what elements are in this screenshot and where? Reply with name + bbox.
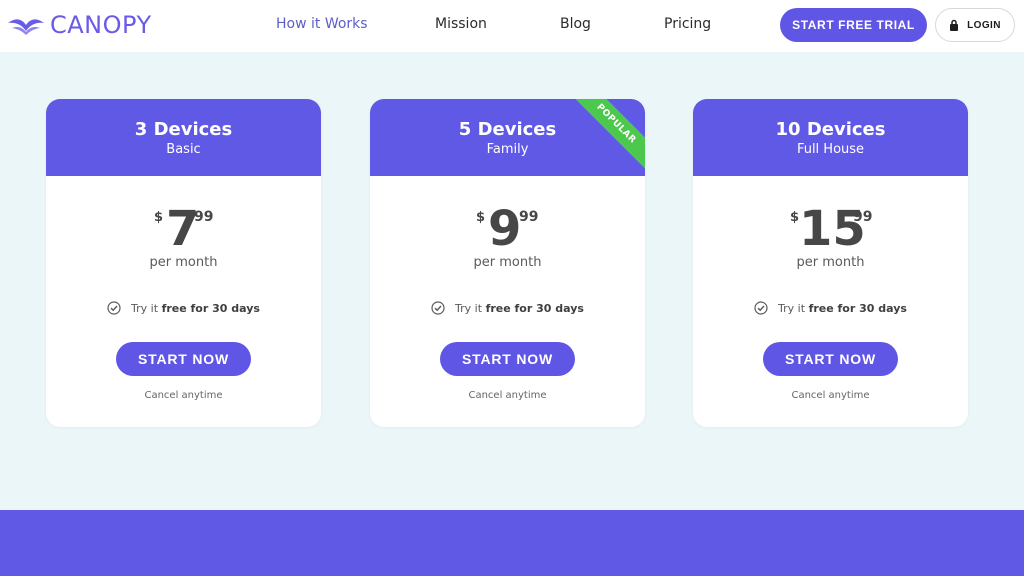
trial-note: Try it free for 30 days <box>370 301 645 315</box>
check-circle-icon <box>107 301 121 315</box>
plan-card-full-house: 10 Devices Full House $ 15 99 per month … <box>693 99 968 427</box>
price-cents: 99 <box>519 209 539 225</box>
plan-subtitle: Full House <box>796 142 865 157</box>
trial-bold: free for 30 days <box>161 301 260 315</box>
plan-title: 3 Devices <box>134 119 233 140</box>
price-currency: $ <box>476 210 486 225</box>
price-period: per month <box>473 255 542 270</box>
start-free-trial-button[interactable]: START FREE TRIAL <box>780 8 927 42</box>
cancel-note: Cancel anytime <box>791 390 870 401</box>
brand-name: CANOPY <box>50 11 152 39</box>
nav-link-blog[interactable]: Blog <box>560 16 591 32</box>
plan-header: 3 Devices Basic <box>46 99 321 176</box>
nav-link-how-it-works[interactable]: How it Works <box>276 16 368 32</box>
price-currency: $ <box>154 210 164 225</box>
start-now-button[interactable]: START NOW <box>440 342 575 376</box>
price-currency: $ <box>790 210 800 225</box>
trial-prefix: Try it <box>131 301 159 315</box>
start-now-button[interactable]: START NOW <box>763 342 898 376</box>
footer-band <box>0 510 1024 576</box>
check-circle-icon <box>754 301 768 315</box>
price-period: per month <box>796 255 865 270</box>
plan-header: 10 Devices Full House <box>693 99 968 176</box>
trial-prefix: Try it <box>455 301 483 315</box>
cancel-note: Cancel anytime <box>468 390 547 401</box>
plan-title: 10 Devices <box>775 119 886 140</box>
price-block: $ 9 99 per month <box>370 176 645 272</box>
canopy-wing-icon <box>8 19 44 35</box>
plan-header: 5 Devices Family POPULAR <box>370 99 645 176</box>
price-block: $ 15 99 per month <box>693 176 968 272</box>
plan-subtitle: Family <box>486 142 529 157</box>
trial-note: Try it free for 30 days <box>693 301 968 315</box>
lock-icon <box>950 19 959 31</box>
price-period: per month <box>149 255 218 270</box>
login-label: LOGIN <box>967 19 1001 31</box>
trial-bold: free for 30 days <box>485 301 584 315</box>
top-nav: CANOPY How it Works Mission Blog Pricing… <box>0 0 1024 52</box>
plan-subtitle: Basic <box>166 142 201 157</box>
price-cents: 99 <box>853 209 873 225</box>
price-block: $ 7 99 per month <box>46 176 321 272</box>
plan-card-family: 5 Devices Family POPULAR $ 9 99 per mont… <box>370 99 645 427</box>
logo[interactable]: CANOPY <box>6 8 152 42</box>
start-now-button[interactable]: START NOW <box>116 342 251 376</box>
price-cents: 99 <box>194 209 214 225</box>
nav-link-mission[interactable]: Mission <box>435 16 487 32</box>
price-amount: 9 <box>488 201 522 257</box>
check-circle-icon <box>431 301 445 315</box>
login-button[interactable]: LOGIN <box>935 8 1015 42</box>
trial-note: Try it free for 30 days <box>46 301 321 315</box>
trial-bold: free for 30 days <box>808 301 907 315</box>
nav-link-pricing[interactable]: Pricing <box>664 16 711 32</box>
cancel-note: Cancel anytime <box>144 390 223 401</box>
trial-prefix: Try it <box>778 301 806 315</box>
plan-card-basic: 3 Devices Basic $ 7 99 per month Try it … <box>46 99 321 427</box>
